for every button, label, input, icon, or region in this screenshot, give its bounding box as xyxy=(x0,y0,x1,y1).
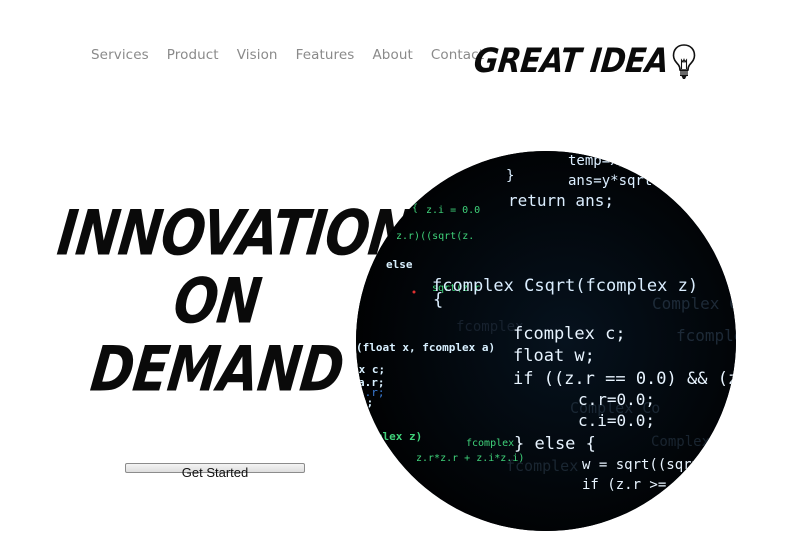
code-line-main: return ans; xyxy=(508,191,614,210)
code-line-main: float w; xyxy=(513,346,595,366)
main-nav: Services Product Vision Features About C… xyxy=(91,47,502,63)
code-image: Complex Co fcomplex fcomplex Complex Co … xyxy=(356,151,736,531)
code-line-main: ans=y*sqrt(1.0+temp* xyxy=(568,173,736,189)
code-line-bg: Complex xyxy=(651,434,710,450)
code-line-main: } xyxy=(506,168,514,184)
code-glyph: z.r*z.r + z.i*z.i) xyxy=(416,453,524,464)
code-glyph xyxy=(412,290,416,294)
code-line-main: c.r=0.0; xyxy=(578,390,655,409)
code-line-left: else xyxy=(386,258,413,271)
nav-link-services[interactable]: Services xyxy=(91,47,149,63)
code-line-main: } else { xyxy=(514,434,596,454)
code-glyph: z.r)((sqrt(z. xyxy=(396,231,474,242)
code-glyph: fcomplex xyxy=(466,438,514,449)
code-line-main: temp=x/y; xyxy=(568,153,644,169)
headline-line-3: DEMAND xyxy=(87,334,347,406)
code-line-main: if ((z.r == 0.0) && (z.i == 0.0)) xyxy=(513,369,736,389)
code-line-bg: Complex Co xyxy=(652,294,736,313)
code-line-left: ex c; xyxy=(356,363,385,376)
code-line-main: c.i=0.0; xyxy=(578,411,655,430)
code-line-main: if (z.r >= 0.0){ xyxy=(582,477,717,493)
get-started-label: Get Started xyxy=(181,465,249,480)
code-line-left: (float x, fcomplex a) xyxy=(356,341,495,354)
nav-link-product[interactable]: Product xyxy=(167,47,219,63)
code-image-canvas: Complex Co fcomplex fcomplex Complex Co … xyxy=(356,151,736,531)
code-line-main: fcomplex c; xyxy=(513,324,626,344)
code-line-left: complex z) xyxy=(356,430,422,443)
code-line-main: { xyxy=(433,290,443,310)
nav-link-vision[interactable]: Vision xyxy=(237,47,278,63)
lightbulb-icon xyxy=(672,44,696,79)
get-started-button[interactable]: Get Started xyxy=(125,463,305,480)
logo-text: GREAT IDEA xyxy=(471,42,671,82)
hero-headline: INNOVATION ON DEMAND xyxy=(54,198,416,406)
nav-link-about[interactable]: About xyxy=(372,47,412,63)
code-glyph: { xyxy=(412,203,418,214)
logo[interactable]: GREAT IDEA xyxy=(472,42,697,81)
code-line-bg: fcomplex xyxy=(676,326,736,345)
page: Services Product Vision Features About C… xyxy=(0,0,802,541)
code-line-main: w = sqrt((sqrt(z.r* xyxy=(582,457,736,473)
nav-link-features[interactable]: Features xyxy=(296,47,355,63)
code-glyph: z.i = 0.0 xyxy=(426,205,480,216)
code-line-main: fcomplex Csqrt(fcomplex z) xyxy=(432,276,698,296)
